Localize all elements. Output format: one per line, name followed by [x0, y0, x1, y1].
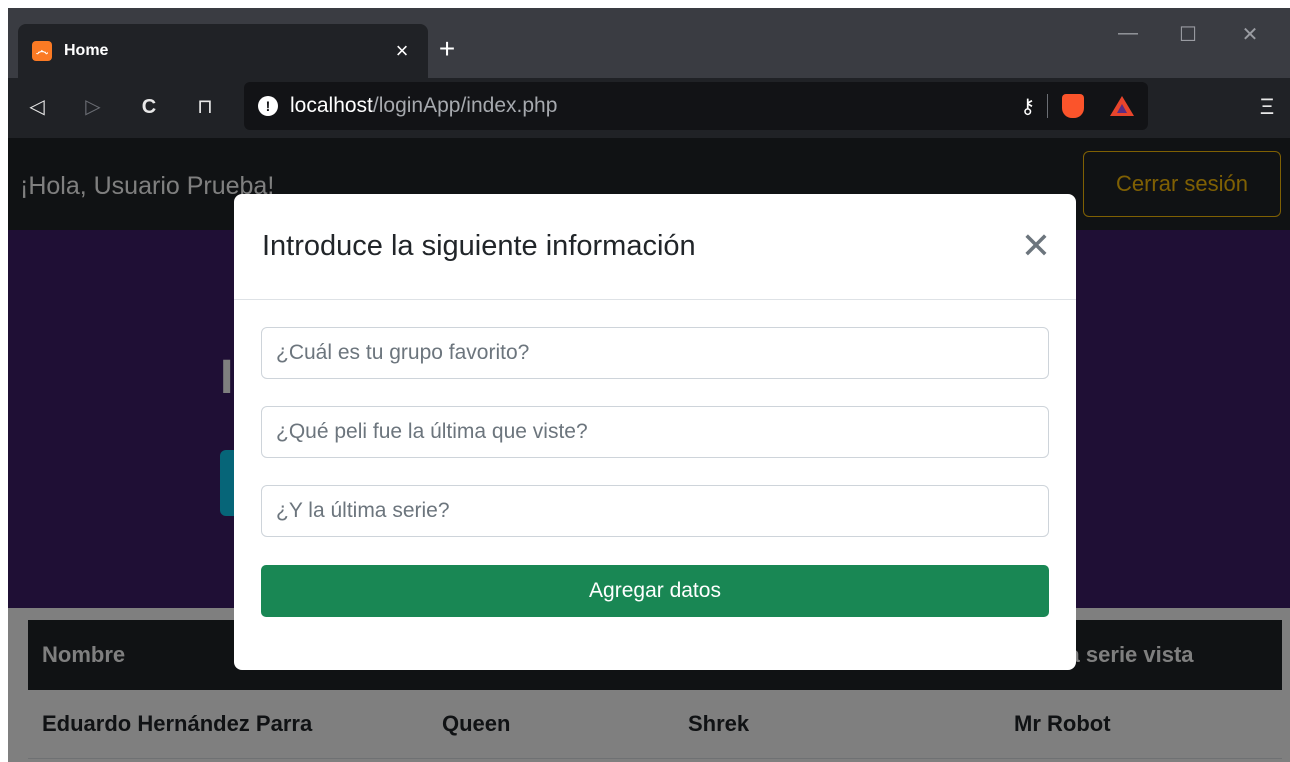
url-path: /loginApp/index.php — [372, 94, 558, 117]
bookmark-icon[interactable]: ⊓ — [190, 92, 220, 122]
modal-title: Introduce la siguiente información — [262, 230, 696, 262]
tab-close-icon[interactable]: × — [390, 38, 414, 64]
browser-toolbar: ◁ ▷ C ⊓ ! localhost/loginApp/index.php ⚷… — [8, 78, 1290, 138]
tab-bar: ෴ Home × + — ☐ ✕ — [8, 8, 1290, 78]
browser-menu-icon[interactable]: Ξ — [1252, 92, 1282, 122]
last-series-input[interactable] — [261, 485, 1049, 537]
brave-shields-icon[interactable] — [1062, 94, 1084, 118]
modal-header: Introduce la siguiente información ✕ — [234, 194, 1076, 300]
divider — [1047, 94, 1048, 118]
forward-icon[interactable]: ▷ — [78, 92, 108, 122]
address-bar-actions: ⚷ — [1020, 94, 1134, 119]
browser-window: ෴ Home × + — ☐ ✕ ◁ ▷ C ⊓ ! localhost/log… — [8, 8, 1290, 762]
maximize-button[interactable]: ☐ — [1168, 22, 1208, 47]
last-movie-input[interactable] — [261, 406, 1049, 458]
url-host: localhost — [290, 94, 373, 117]
new-tab-button[interactable]: + — [432, 34, 462, 64]
address-bar[interactable]: ! localhost/loginApp/index.php ⚷ — [244, 82, 1148, 130]
close-window-button[interactable]: ✕ — [1230, 22, 1270, 47]
minimize-button[interactable]: — — [1108, 22, 1148, 45]
tab-title: Home — [64, 42, 109, 59]
xampp-favicon-icon: ෴ — [32, 41, 52, 61]
info-modal: Introduce la siguiente información ✕ Agr… — [234, 194, 1076, 670]
site-info-icon[interactable]: ! — [258, 96, 278, 116]
key-icon[interactable]: ⚷ — [1020, 94, 1035, 119]
favorite-band-input[interactable] — [261, 327, 1049, 379]
brave-rewards-icon[interactable] — [1110, 96, 1134, 116]
back-icon[interactable]: ◁ — [22, 92, 52, 122]
reload-icon[interactable]: C — [134, 92, 164, 122]
add-data-button[interactable]: Agregar datos — [261, 565, 1049, 617]
close-icon[interactable]: ✕ — [1018, 228, 1054, 264]
web-page: ¡Hola, Usuario Prueba! Cerrar sesión I N… — [8, 138, 1290, 762]
tab-home[interactable]: ෴ Home × — [18, 24, 428, 78]
